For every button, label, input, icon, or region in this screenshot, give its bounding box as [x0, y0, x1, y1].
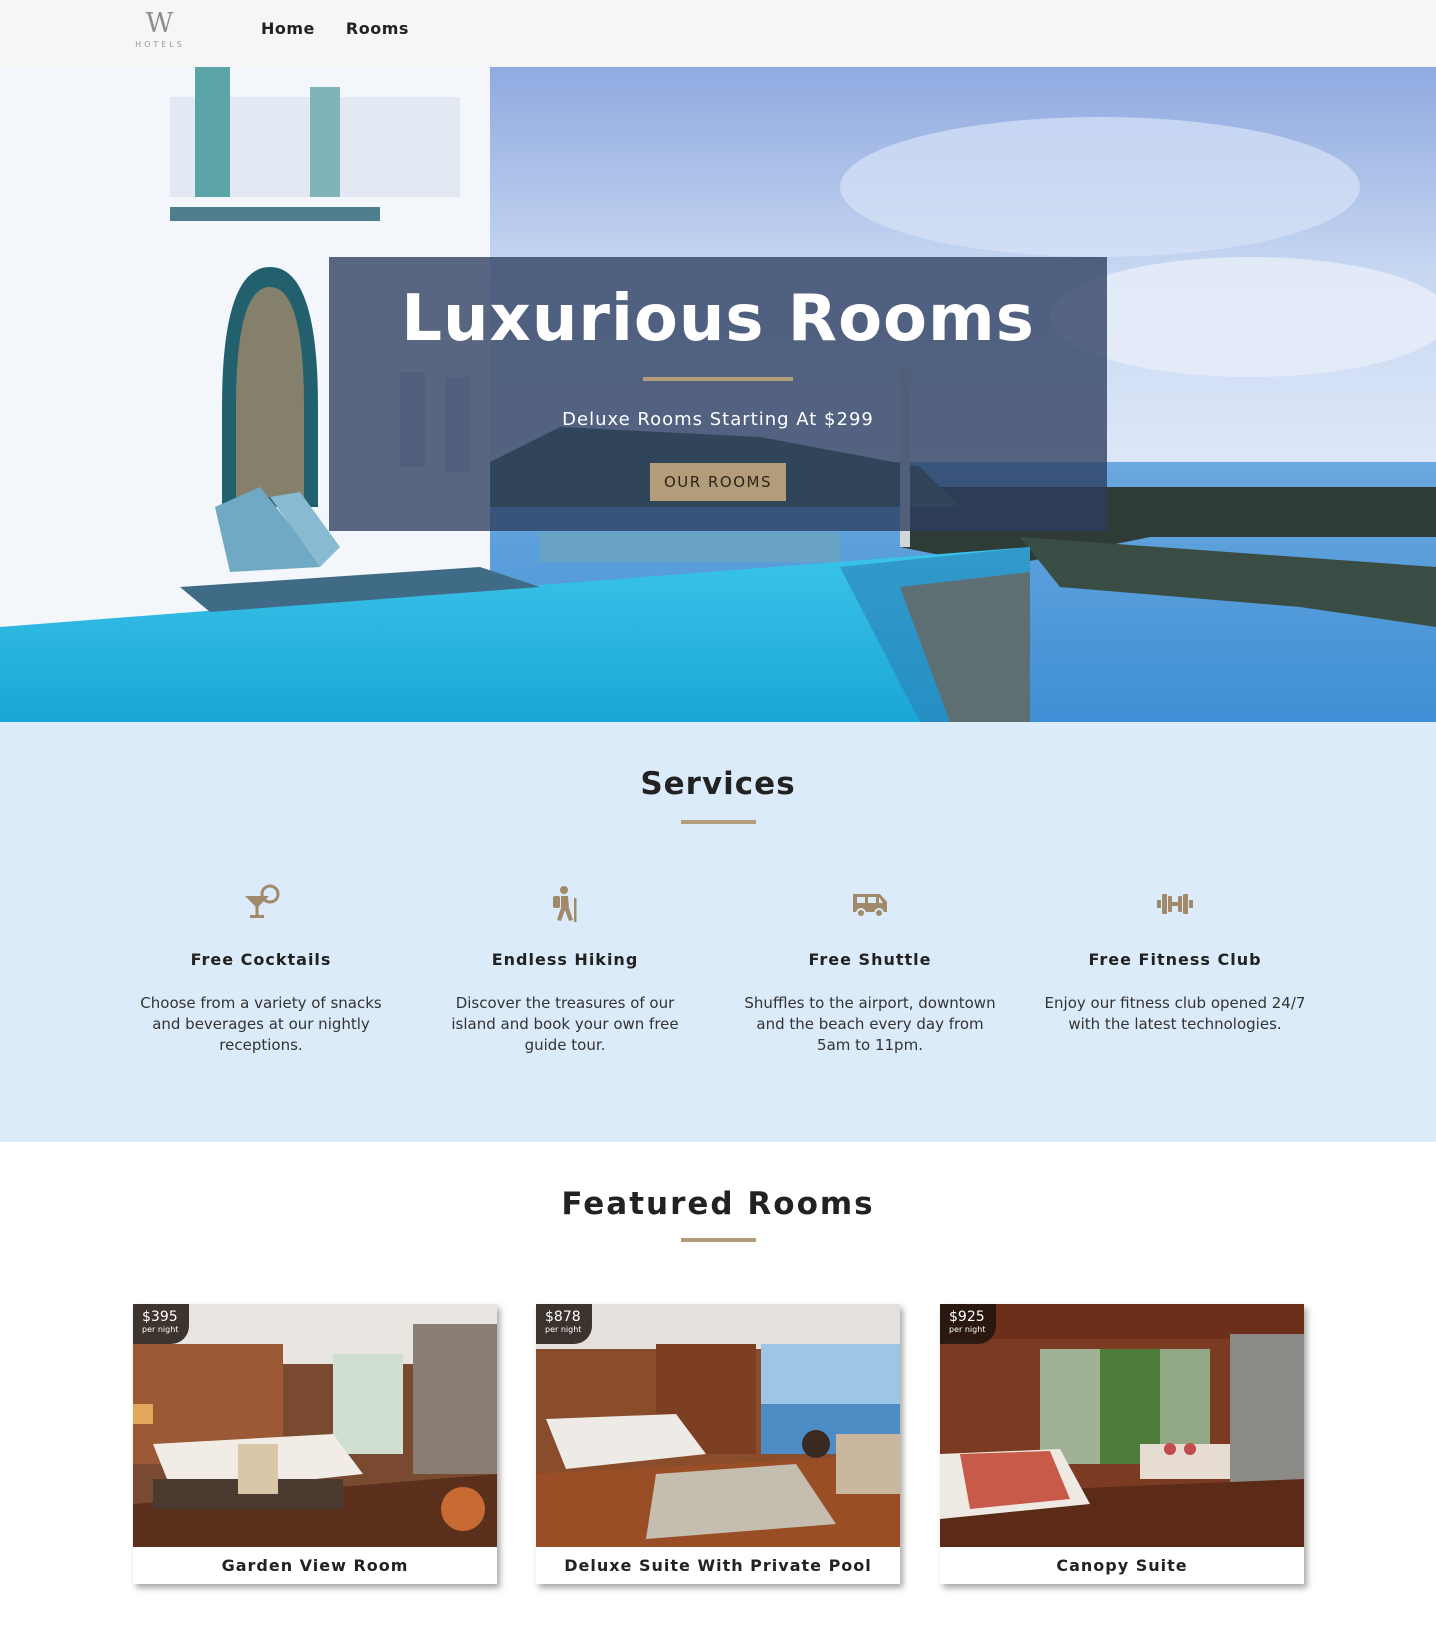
- featured-rooms-divider: [681, 1238, 756, 1242]
- price-value: $395: [142, 1309, 178, 1325]
- service-item: Free Fitness Club Enjoy our fitness club…: [1044, 884, 1306, 1035]
- room-name: Deluxe Suite With Private Pool: [564, 1556, 872, 1575]
- service-name: Free Cocktails: [190, 950, 332, 969]
- service-description: Discover the treasures of our island and…: [451, 994, 679, 1054]
- hero-subtitle: Deluxe Rooms Starting At $299: [562, 409, 874, 430]
- price-value: $878: [545, 1309, 581, 1325]
- hero-overlay-box: Luxurious Rooms Deluxe Rooms Starting At…: [329, 257, 1107, 531]
- room-card-canopy-suite[interactable]: $925 per night Canopy Suite: [940, 1304, 1304, 1584]
- service-description: Shuffles to the airport, downtown and th…: [744, 994, 996, 1054]
- hero-divider: [643, 377, 793, 381]
- nav-links: Home Rooms: [261, 19, 409, 38]
- nav-link-rooms[interactable]: Rooms: [346, 19, 409, 38]
- room-name: Garden View Room: [221, 1556, 409, 1575]
- top-nav: W HOTELS Home Rooms: [0, 0, 1436, 67]
- room-card-garden-view[interactable]: $395 per night Garden View Room: [133, 1304, 497, 1584]
- services-section: Services Free Cocktails Choose from a va…: [0, 722, 1436, 1142]
- logo-subtitle: HOTELS: [135, 40, 185, 49]
- service-name: Free Shuttle: [808, 950, 932, 969]
- hero-title: Luxurious Rooms: [401, 282, 1035, 356]
- price-badge: $925 per night: [940, 1304, 996, 1344]
- room-photo: $878 per night: [536, 1304, 900, 1547]
- services-divider: [681, 820, 756, 824]
- room-name: Canopy Suite: [1056, 1556, 1188, 1575]
- nav-link-home[interactable]: Home: [261, 19, 315, 38]
- featured-rooms-title: Featured Rooms: [561, 1186, 875, 1222]
- service-description: Enjoy our fitness club opened 24/7 with …: [1044, 994, 1306, 1033]
- service-name: Free Fitness Club: [1088, 950, 1262, 969]
- logo-mark: W: [145, 8, 175, 39]
- service-description: Choose from a variety of snacks and beve…: [140, 994, 382, 1054]
- service-item: Free Shuttle Shuffles to the airport, do…: [739, 884, 1001, 1056]
- price-unit: per night: [949, 1325, 986, 1334]
- hiking-icon: [553, 886, 577, 922]
- our-rooms-button[interactable]: OUR ROOMS: [650, 463, 786, 501]
- shuttle-icon: [853, 894, 887, 918]
- price-unit: per night: [545, 1325, 582, 1334]
- price-badge: $878 per night: [536, 1304, 592, 1344]
- room-photo: $925 per night: [940, 1304, 1304, 1547]
- room-card-deluxe-suite[interactable]: $878 per night Deluxe Suite With Private…: [536, 1304, 900, 1584]
- hotel-logo[interactable]: W HOTELS: [134, 10, 186, 54]
- price-value: $925: [949, 1309, 985, 1325]
- service-item: Free Cocktails Choose from a variety of …: [130, 884, 392, 1056]
- cocktail-icon: [245, 884, 280, 918]
- room-photo: $395 per night: [133, 1304, 497, 1547]
- service-name: Endless Hiking: [491, 950, 639, 969]
- price-badge: $395 per night: [133, 1304, 189, 1344]
- hero-banner: Luxurious Rooms Deluxe Rooms Starting At…: [0, 67, 1436, 722]
- services-title: Services: [640, 766, 796, 802]
- dumbbell-icon: [1157, 894, 1193, 914]
- price-unit: per night: [142, 1325, 179, 1334]
- service-item: Endless Hiking Discover the treasures of…: [434, 884, 696, 1056]
